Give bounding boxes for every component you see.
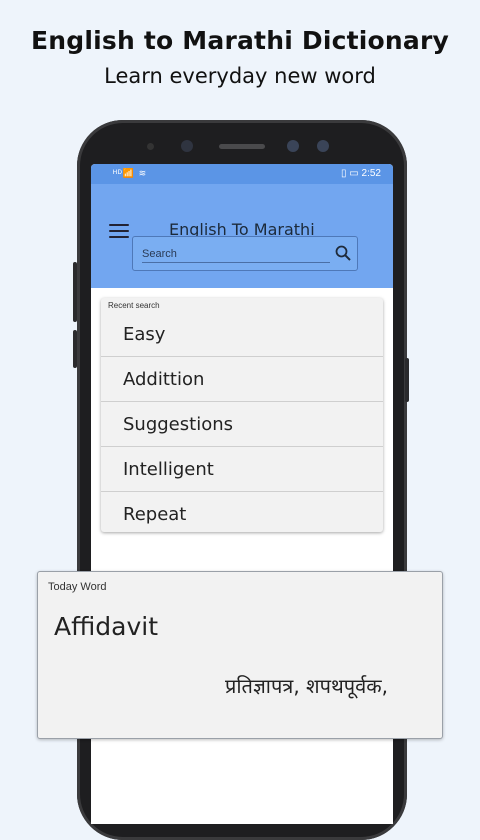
search-icon[interactable]	[335, 245, 351, 261]
list-item-label: Repeat	[123, 504, 187, 525]
status-time: 2:52	[361, 168, 381, 179]
list-item-label: Intelligent	[123, 459, 214, 480]
list-item-label: Easy	[123, 324, 166, 345]
recent-search-card: Recent search Easy Addittion Suggestions…	[101, 298, 383, 532]
phone-side-button	[73, 330, 77, 368]
list-item[interactable]: Addittion	[101, 357, 383, 402]
list-item-label: Suggestions	[123, 414, 233, 435]
today-word-card[interactable]: Today Word Affidavit प्रतिज्ञापत्र, शपथप…	[37, 571, 443, 739]
phone-side-button	[405, 358, 409, 402]
phone-speaker	[219, 144, 265, 149]
list-item-label: Addittion	[123, 369, 205, 390]
signal-wifi-icon: ᴴᴰ📶 ≋	[113, 168, 148, 178]
today-word-meaning: प्रतिज्ञापत्र, शपथपूर्वक,	[224, 674, 388, 698]
sensor-icon	[287, 140, 299, 152]
battery-icon: ▯ ▭	[341, 168, 359, 179]
recent-search-label: Recent search	[108, 301, 160, 310]
banner-headline: English to Marathi Dictionary	[30, 26, 450, 55]
list-item[interactable]: Intelligent	[101, 447, 383, 492]
sensor-icon	[317, 140, 329, 152]
list-item[interactable]: Repeat	[101, 492, 383, 532]
front-camera-icon	[181, 140, 193, 152]
search-box[interactable]	[132, 236, 358, 271]
list-item[interactable]: Easy	[101, 312, 383, 357]
sensor-icon	[147, 143, 154, 150]
status-right: ▯ ▭ 2:52	[341, 168, 381, 179]
menu-icon[interactable]	[109, 224, 129, 238]
today-word: Affidavit	[54, 612, 159, 641]
list-item[interactable]: Suggestions	[101, 402, 383, 447]
today-word-label: Today Word	[48, 581, 107, 593]
status-bar: ᴴᴰ📶 ≋ ▯ ▭ 2:52	[91, 164, 393, 184]
phone-side-button	[73, 262, 77, 322]
banner-subline: Learn everyday new word	[104, 64, 376, 88]
search-input[interactable]	[142, 246, 330, 263]
app-bar: English To Marathi	[91, 184, 393, 288]
